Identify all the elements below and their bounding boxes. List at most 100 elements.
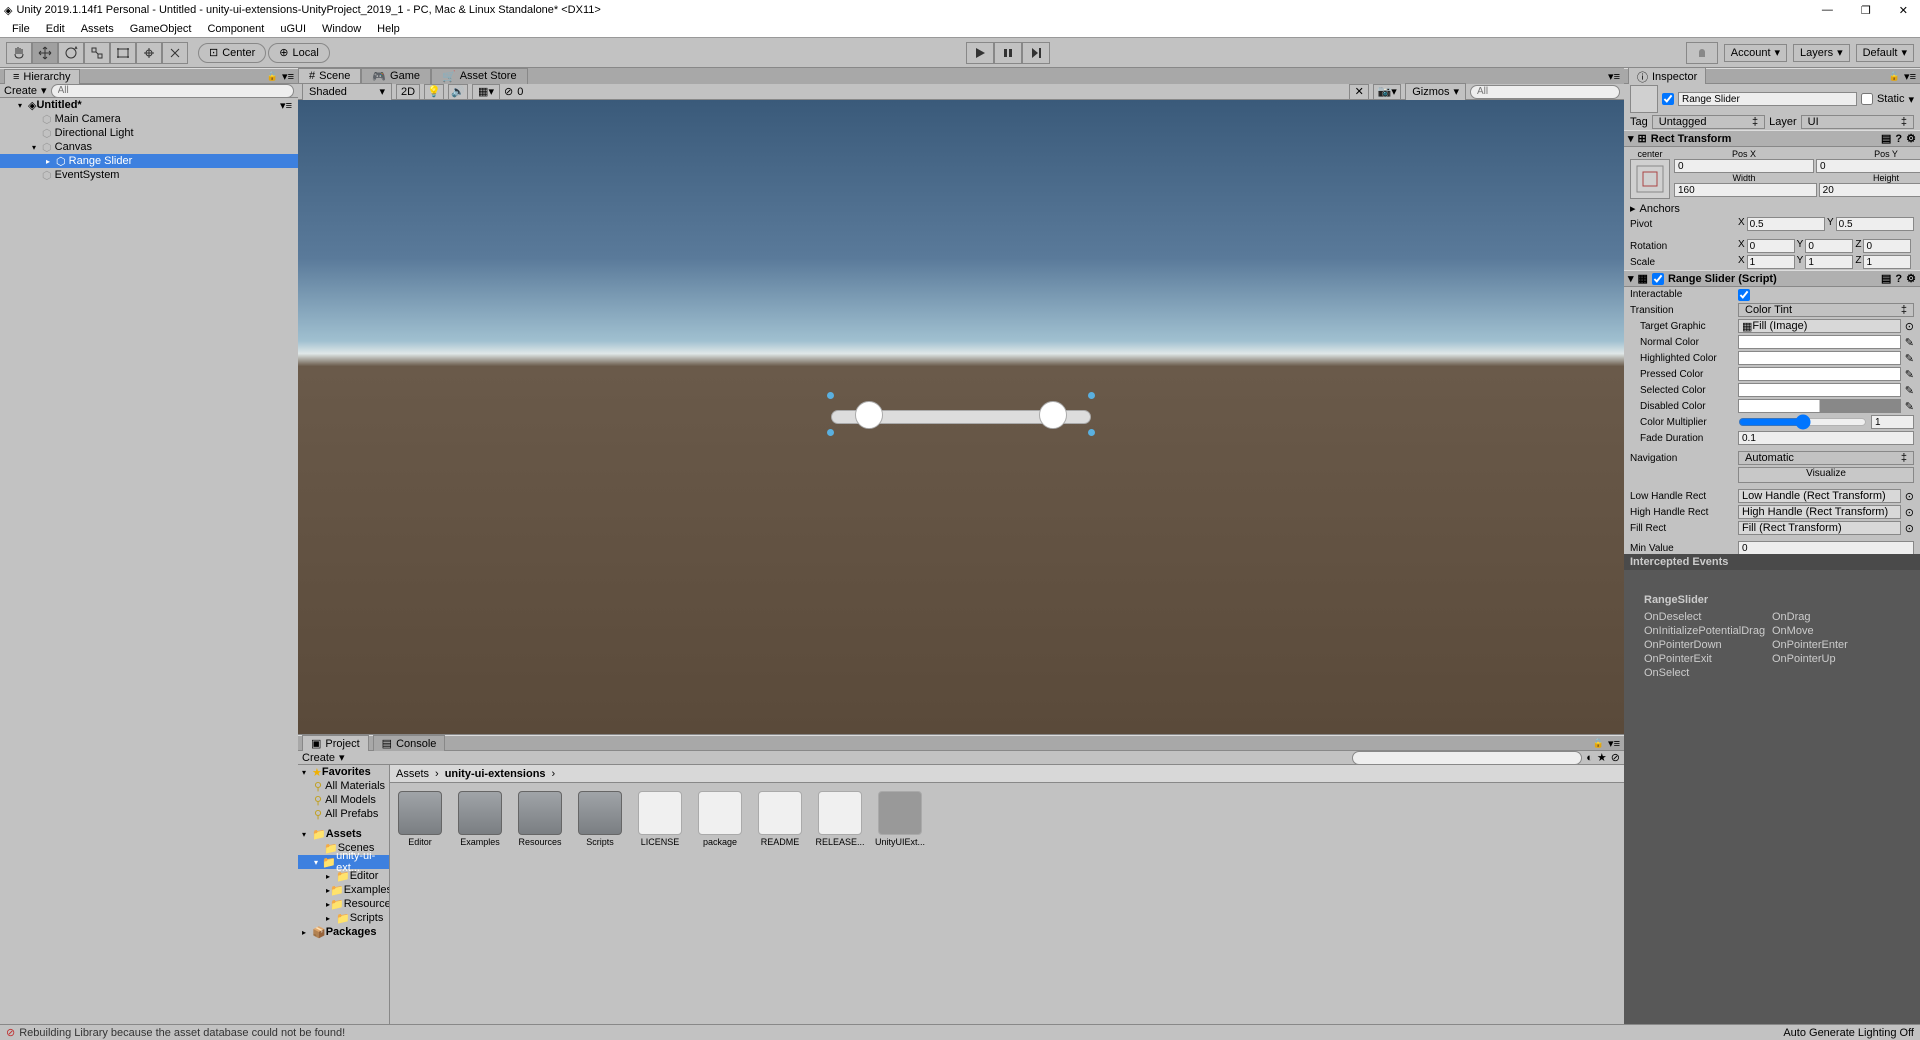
scene-view[interactable] (298, 100, 1624, 734)
layer-dropdown[interactable]: UI‡ (1801, 115, 1914, 129)
highlighted-color-field[interactable] (1738, 351, 1901, 365)
fx-dropdown[interactable]: ▦▾ (472, 84, 500, 100)
eyedropper-icon[interactable]: ✎ (1905, 336, 1914, 349)
lock-icon[interactable]: 🔒 (1593, 738, 1604, 749)
breadcrumb-item[interactable]: Assets (396, 768, 429, 780)
target-graphic-field[interactable]: ▦Fill (Image) (1738, 319, 1901, 333)
posx-field[interactable] (1674, 159, 1814, 173)
hierarchy-item[interactable]: ⬡ Main Camera (0, 112, 298, 126)
shaded-dropdown[interactable]: Shaded▾ (302, 83, 392, 101)
close-button[interactable]: ✕ (1891, 4, 1916, 17)
create-dropdown[interactable]: Create (302, 752, 335, 764)
rotate-tool[interactable] (58, 42, 84, 64)
minimize-button[interactable]: — (1814, 4, 1841, 17)
transition-dropdown[interactable]: Color Tint‡ (1738, 303, 1914, 317)
color-multiplier-field[interactable] (1871, 415, 1914, 429)
normal-color-field[interactable] (1738, 335, 1901, 349)
layers-dropdown[interactable]: Layers▾ (1793, 44, 1850, 62)
tab-assetstore[interactable]: 🛒Asset Store (431, 68, 528, 85)
folder-item[interactable]: ▸📁Examples (298, 883, 389, 897)
asset-folder[interactable]: Editor (398, 791, 442, 847)
menu-gameobject[interactable]: GameObject (122, 21, 200, 37)
assets-row[interactable]: ▾📁Assets (298, 827, 389, 841)
width-field[interactable] (1674, 183, 1817, 197)
rot-z-field[interactable] (1863, 239, 1911, 253)
disabled-color-field[interactable] (1738, 399, 1901, 413)
project-tab[interactable]: ▣Project (302, 735, 369, 751)
tag-dropdown[interactable]: Untagged‡ (1652, 115, 1765, 129)
pivot-y-field[interactable] (1836, 217, 1914, 231)
create-dropdown[interactable]: Create (4, 85, 37, 97)
hierarchy-item[interactable]: ▾⬡ Canvas (0, 140, 298, 154)
selected-color-field[interactable] (1738, 383, 1901, 397)
high-handle[interactable] (1039, 401, 1067, 429)
asset-file[interactable]: UnityUIExt... (878, 791, 922, 847)
lighting-status[interactable]: Auto Generate Lighting Off (1783, 1027, 1914, 1039)
hierarchy-item-selected[interactable]: ▸⬡ Range Slider (0, 154, 298, 168)
low-handle-field[interactable]: Low Handle (Rect Transform) (1738, 489, 1901, 503)
scale-y-field[interactable] (1805, 255, 1853, 269)
filter-icon[interactable]: ◐ (1586, 752, 1593, 764)
asset-file[interactable]: package (698, 791, 742, 847)
navigation-dropdown[interactable]: Automatic‡ (1738, 451, 1914, 465)
folder-item[interactable]: ▸📁Scripts (298, 911, 389, 925)
hierarchy-item[interactable]: ⬡ EventSystem (0, 168, 298, 182)
chevron-down-icon[interactable]: ▾ (1908, 93, 1914, 106)
menu-ugui[interactable]: uGUI (272, 21, 314, 37)
save-search-icon[interactable]: ★ (1597, 751, 1607, 764)
high-handle-field[interactable]: High Handle (Rect Transform) (1738, 505, 1901, 519)
panel-menu-icon[interactable]: ▾≡ (282, 70, 294, 83)
eyedropper-icon[interactable]: ✎ (1905, 384, 1914, 397)
fade-duration-field[interactable] (1738, 431, 1914, 445)
packages-row[interactable]: ▸📦Packages (298, 925, 389, 939)
console-tab[interactable]: ▤Console (373, 735, 446, 751)
range-slider-header[interactable]: ▾ ▦ Range Slider (Script) ▤ ? ⚙ (1624, 270, 1920, 287)
hierarchy-item[interactable]: ⬡ Directional Light (0, 126, 298, 140)
rot-y-field[interactable] (1805, 239, 1853, 253)
gear-icon[interactable]: ⚙ (1906, 132, 1916, 145)
eyedropper-icon[interactable]: ✎ (1905, 352, 1914, 365)
step-button[interactable] (1022, 42, 1050, 64)
camera-dropdown[interactable]: 📷▾ (1373, 84, 1401, 100)
script-enabled-checkbox[interactable] (1652, 273, 1664, 285)
asset-file[interactable]: README (758, 791, 802, 847)
scale-tool[interactable] (84, 42, 110, 64)
eyedropper-icon[interactable]: ✎ (1905, 368, 1914, 381)
scale-z-field[interactable] (1863, 255, 1911, 269)
project-search[interactable] (1352, 751, 1582, 765)
lock-icon[interactable]: 🔒 (267, 71, 278, 82)
fill-rect-field[interactable]: Fill (Rect Transform) (1738, 521, 1901, 535)
menu-component[interactable]: Component (199, 21, 272, 37)
color-multiplier-slider[interactable] (1738, 416, 1867, 428)
rect-tool[interactable] (110, 42, 136, 64)
pause-button[interactable] (994, 42, 1022, 64)
folder-item[interactable]: ▸📁Resources (298, 897, 389, 911)
menu-file[interactable]: File (4, 21, 38, 37)
inspector-tab[interactable]: ⓘInspector (1628, 67, 1706, 86)
scene-search[interactable] (1470, 85, 1620, 99)
object-picker-icon[interactable]: ⊙ (1905, 320, 1914, 333)
object-picker-icon[interactable]: ⊙ (1905, 522, 1914, 535)
height-field[interactable] (1819, 183, 1920, 197)
hidden-packages-icon[interactable]: ⊘ (1611, 751, 1620, 764)
hierarchy-tab[interactable]: ≡Hierarchy (4, 69, 80, 84)
preset-icon[interactable]: ▤ (1881, 132, 1891, 145)
asset-folder[interactable]: Examples (458, 791, 502, 847)
name-field[interactable] (1678, 92, 1857, 106)
audio-toggle[interactable]: 🔊 (448, 84, 468, 100)
panel-menu-icon[interactable]: ▾≡ (1604, 70, 1624, 83)
rot-x-field[interactable] (1747, 239, 1795, 253)
preset-icon[interactable]: ▤ (1881, 272, 1891, 285)
custom-tool[interactable] (162, 42, 188, 64)
breadcrumb-item[interactable]: unity-ui-extensions (445, 768, 546, 780)
play-button[interactable] (966, 42, 994, 64)
eyedropper-icon[interactable]: ✎ (1905, 400, 1914, 413)
menu-assets[interactable]: Assets (73, 21, 122, 37)
pivot-x-field[interactable] (1747, 217, 1825, 231)
move-tool[interactable] (32, 42, 58, 64)
pressed-color-field[interactable] (1738, 367, 1901, 381)
hand-tool[interactable] (6, 42, 32, 64)
layout-dropdown[interactable]: Default▾ (1856, 44, 1914, 62)
folder-item-selected[interactable]: ▾📁unity-ui-ext... (298, 855, 389, 869)
pivot-rotation-button[interactable]: ⊕Local (268, 43, 330, 63)
